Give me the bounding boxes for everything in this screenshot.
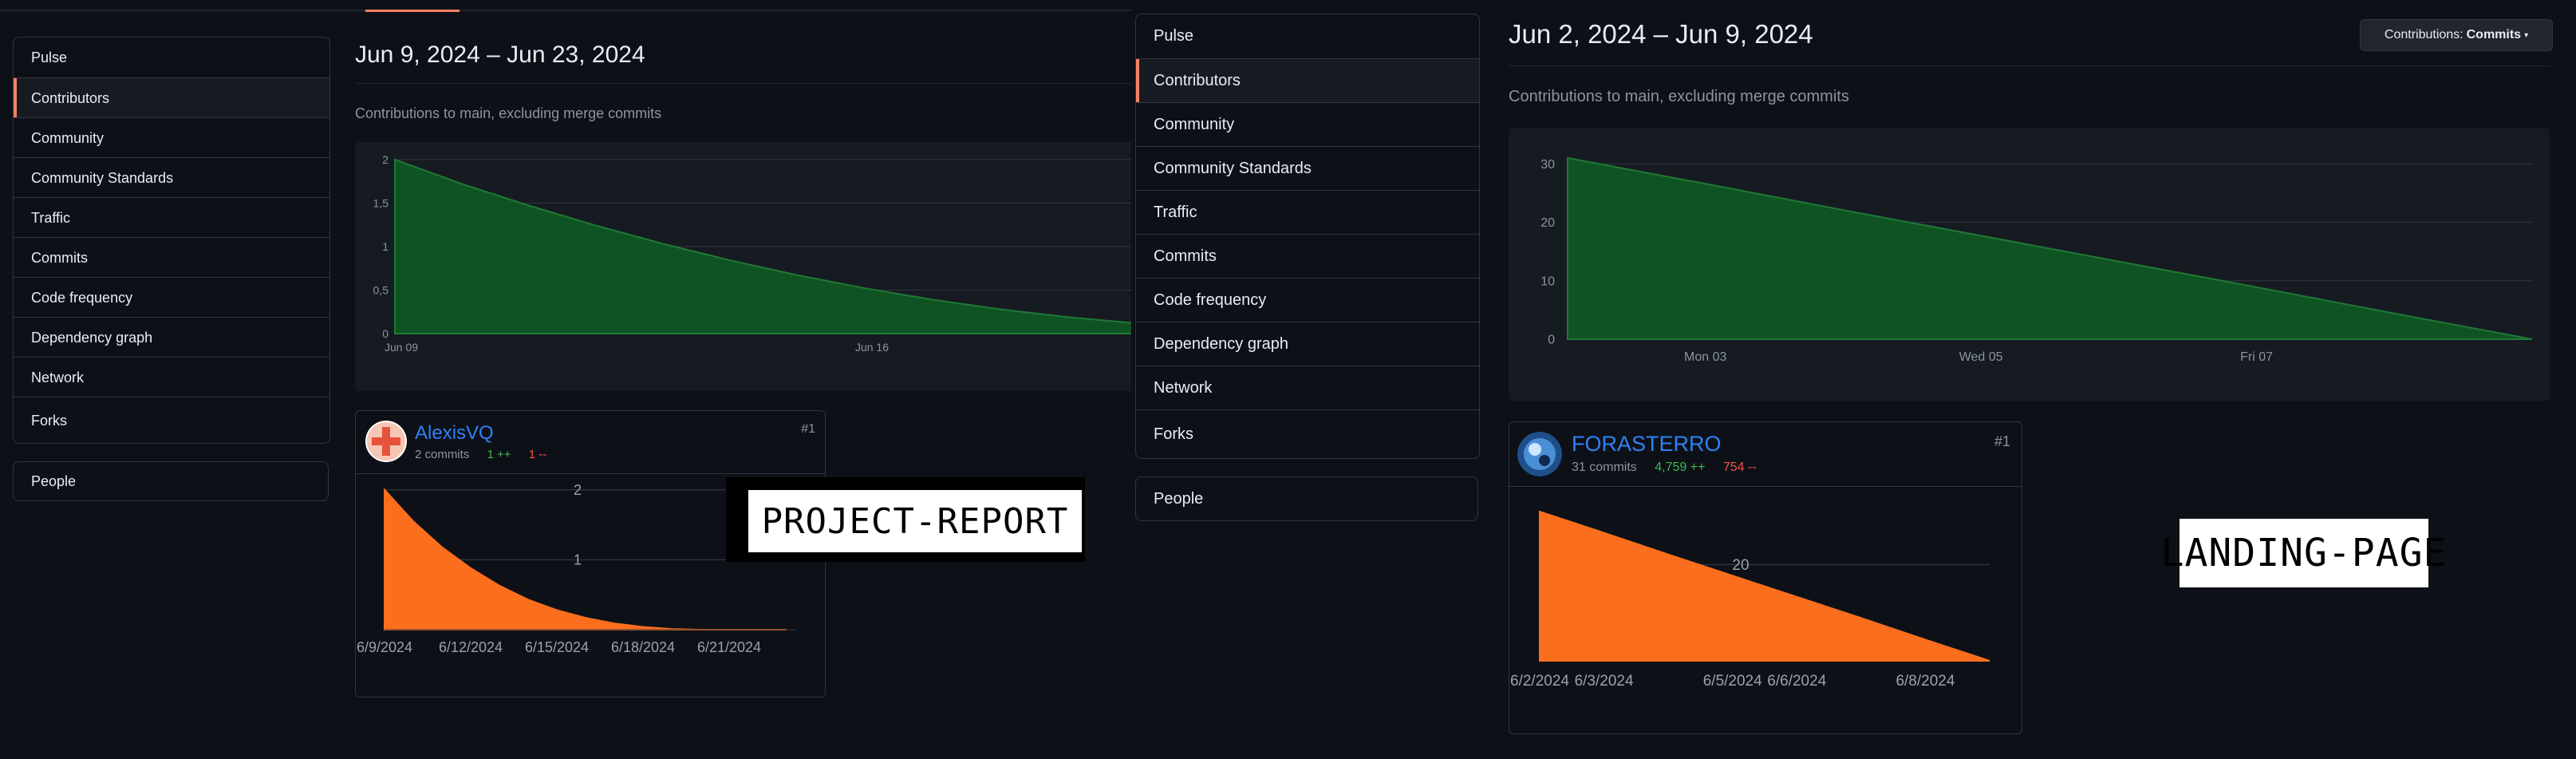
nav-item-community-standards[interactable]: Community Standards (1136, 146, 1479, 191)
title-divider (355, 83, 1131, 84)
insights-page-left: Pulse Contributors Community Community S… (0, 0, 1131, 759)
nav-item-network[interactable]: Network (14, 357, 329, 397)
date-range-title: Jun 9, 2024 – Jun 23, 2024 (355, 42, 645, 68)
dropdown-prefix: Contributions: (2384, 28, 2464, 42)
x-tick-label: 6/5/2024 (1703, 673, 1762, 690)
nav-item-traffic[interactable]: Traffic (14, 197, 329, 238)
y-tick-label: 0 (1548, 334, 1555, 347)
x-tick-label: 6/2/2024 (1510, 673, 1569, 690)
y-tick-label: 1 (574, 552, 582, 568)
dropdown-value: Commits (2466, 28, 2522, 42)
caret-down-icon: ▾ (2524, 30, 2529, 40)
y-tick-label: 1 (382, 240, 389, 253)
insights-sidenav: Pulse Contributors Community Community S… (13, 37, 330, 444)
y-tick-label: 0 (382, 327, 389, 340)
title-divider (1509, 65, 2550, 66)
x-tick-label: 6/18/2024 (611, 639, 675, 655)
y-tick-label: 1,5 (373, 196, 389, 209)
x-tick-label: 6/9/2024 (357, 639, 412, 655)
x-tick-label: 6/12/2024 (439, 639, 503, 655)
active-tab-underline (365, 10, 460, 12)
contributions-chart: 0 10 20 30 Mon 03 Wed 05 Fri 07 (1509, 128, 2550, 401)
contributions-type-dropdown[interactable]: Contributions: Commits ▾ (2360, 19, 2553, 51)
nav-item-code-frequency[interactable]: Code frequency (1136, 278, 1479, 322)
chart-subtitle: Contributions to main, excluding merge c… (355, 105, 662, 121)
nav-item-community[interactable]: Community (14, 117, 329, 158)
nav-item-commits[interactable]: Commits (1136, 234, 1479, 279)
y-tick-label: 10 (1540, 275, 1555, 288)
y-tick-label: 30 (1540, 158, 1555, 172)
chart-subtitle: Contributions to main, excluding merge c… (1509, 88, 1849, 105)
y-tick-label: 0,5 (373, 283, 389, 296)
nav-item-commits[interactable]: Commits (14, 237, 329, 278)
x-tick-label: Jun 16 (855, 341, 889, 354)
y-tick-label: 20 (1732, 557, 1749, 574)
nav-item-people[interactable]: People (13, 461, 329, 501)
date-range-title: Jun 2, 2024 – Jun 9, 2024 (1509, 19, 1813, 49)
x-tick-label: 6/21/2024 (697, 639, 761, 655)
x-tick-label: Wed 05 (1959, 350, 2003, 364)
nav-item-forks[interactable]: Forks (1136, 409, 1479, 458)
nav-item-forks[interactable]: Forks (14, 397, 329, 443)
y-tick-label: 2 (382, 153, 389, 166)
contributor-chart-svg: 20 6/2/2024 6/3/2024 6/5/2024 6/6/2024 6/8/20… (1510, 510, 1990, 690)
nav-item-dependency-graph[interactable]: Dependency graph (14, 317, 329, 358)
top-border (0, 10, 1131, 11)
x-tick-label: Fri 07 (2240, 350, 2273, 364)
nav-item-traffic[interactable]: Traffic (1136, 190, 1479, 235)
y-tick-label: 20 (1540, 216, 1555, 230)
landing-page-label: LANDING-PAGE (2161, 519, 2446, 587)
nav-item-contributors[interactable]: Contributors (1136, 58, 1479, 103)
x-tick-label: Mon 03 (1684, 350, 1726, 364)
nav-item-pulse[interactable]: Pulse (1136, 14, 1479, 58)
contributions-chart-svg: 0 0,5 1 1,5 2 Jun 09 Jun 16 (373, 153, 1131, 354)
nav-item-contributors[interactable]: Contributors (14, 77, 329, 118)
insights-sidenav: Pulse Contributors Community Community S… (1135, 14, 1480, 459)
nav-item-pulse[interactable]: Pulse (14, 38, 329, 77)
project-report-label: PROJECT-REPORT (748, 490, 1082, 552)
x-tick-label: 6/8/2024 (1896, 673, 1955, 690)
series-area (1539, 510, 1990, 662)
x-tick-label: 6/15/2024 (525, 639, 589, 655)
nav-item-people[interactable]: People (1135, 476, 1478, 521)
contributor-card: FORASTERRO 31 commits 4,759 ++ 754 -- #1… (1509, 421, 2022, 734)
x-tick-label: Jun 09 (385, 341, 418, 354)
nav-item-community[interactable]: Community (1136, 102, 1479, 147)
series-area (1567, 156, 2533, 340)
nav-item-network[interactable]: Network (1136, 366, 1479, 410)
nav-item-community-standards[interactable]: Community Standards (14, 157, 329, 198)
nav-item-code-frequency[interactable]: Code frequency (14, 277, 329, 318)
contributions-chart: 0 0,5 1 1,5 2 Jun 09 Jun 16 (355, 142, 1131, 391)
contributions-chart-svg: 0 10 20 30 Mon 03 Wed 05 Fri 07 (1540, 156, 2533, 364)
x-tick-label: 6/6/2024 (1767, 673, 1826, 690)
nav-item-dependency-graph[interactable]: Dependency graph (1136, 322, 1479, 366)
insights-page-right: Pulse Contributors Community Community S… (1131, 0, 2576, 759)
x-tick-label: 6/3/2024 (1575, 673, 1634, 690)
y-tick-label: 2 (574, 482, 582, 498)
